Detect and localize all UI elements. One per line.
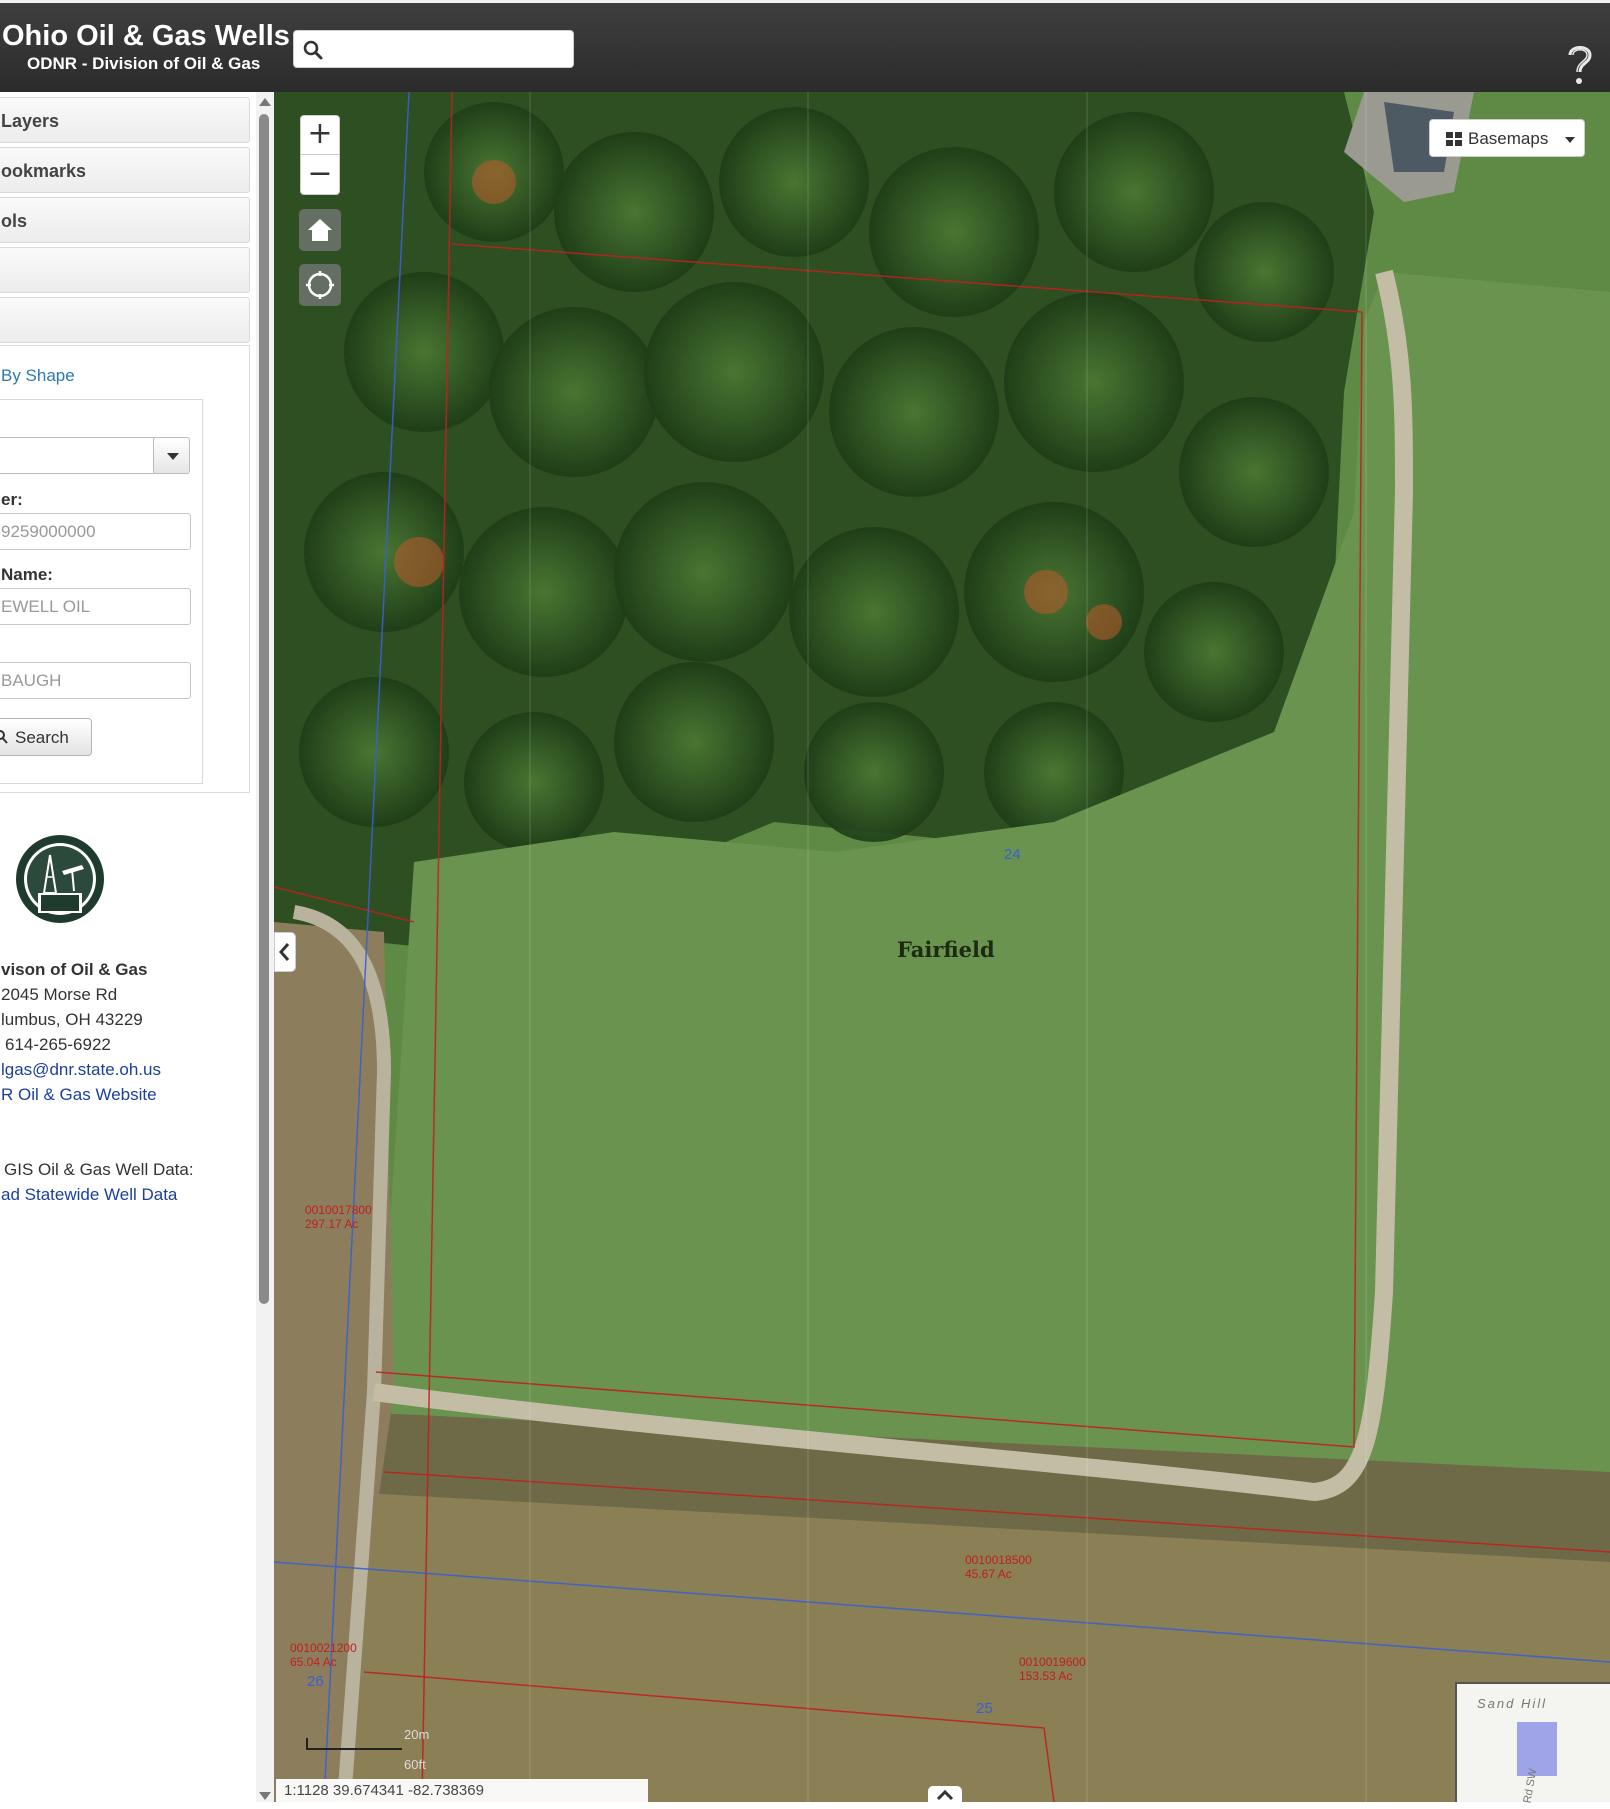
locate-button[interactable] <box>299 264 341 306</box>
owner-name-label: Name: <box>1 565 53 584</box>
parcel-id: 0010017800 <box>305 1203 372 1217</box>
overview-place-label: Sand Hill <box>1477 1696 1548 1711</box>
coordinates-readout: 1:1128 39.674341 -82.738369 <box>276 1779 648 1802</box>
chevron-up-icon <box>936 1789 954 1801</box>
app-subtitle: ODNR - Division of Oil & Gas <box>27 54 261 73</box>
search-box[interactable] <box>293 30 574 68</box>
search-button[interactable]: Search <box>0 718 92 756</box>
place-label: Fairfield <box>897 937 995 962</box>
contact-phone: 614-265-6922 <box>5 1035 111 1054</box>
help-icon[interactable] <box>1560 39 1600 87</box>
parcel-id: 0010021200 <box>290 1641 357 1655</box>
caret-down-icon <box>1565 137 1575 143</box>
gis-data-label: GIS Oil & Gas Well Data: <box>4 1160 194 1179</box>
scroll-up-arrow-icon[interactable] <box>259 98 271 106</box>
odnr-oil-gas-logo <box>16 835 104 923</box>
contact-org: vison of Oil & Gas <box>1 960 148 979</box>
parcel-id: 0010019600 <box>1019 1655 1086 1669</box>
contact-address-1: 2045 Morse Rd <box>1 985 118 1004</box>
home-button[interactable] <box>299 209 341 251</box>
parcel-area: 153.53 Ac <box>1019 1669 1073 1683</box>
parcel-area: 65.04 Ac <box>290 1655 337 1669</box>
basemaps-label: Basemaps <box>1468 129 1549 148</box>
zoom-out-button[interactable]: − <box>301 156 339 195</box>
accordion-bookmarks[interactable]: ookmarks <box>0 147 250 193</box>
website-link[interactable]: R Oil & Gas Website <box>1 1085 157 1105</box>
chevron-down-icon <box>167 453 179 460</box>
app-header: Ohio Oil & Gas Wells ODNR - Division of … <box>0 0 1610 92</box>
accordion-item-5[interactable] <box>0 297 250 343</box>
section-label: 26 <box>307 1673 324 1690</box>
search-button-label: Search <box>15 728 69 747</box>
statewide-well-data-link[interactable]: ad Statewide Well Data <box>1 1185 177 1205</box>
parcel-area: 297.17 Ac <box>305 1217 359 1231</box>
search-icon <box>303 40 323 60</box>
parcel-label: 0010017800 297.17 Ac <box>305 1203 372 1231</box>
section-label: 25 <box>976 1700 993 1717</box>
scale-bar <box>306 1738 402 1750</box>
contact-address-2: lumbus, OH 43229 <box>1 1010 143 1029</box>
parcel-label: 0010021200 65.04 Ac <box>290 1641 357 1669</box>
parcel-id: 0010018500 <box>965 1553 1032 1567</box>
search-icon <box>0 730 8 744</box>
accordion-label: ookmarks <box>1 161 87 181</box>
well-name-input[interactable]: BAUGH <box>0 662 191 699</box>
api-number-label: er: <box>1 490 23 509</box>
overview-toggle-button[interactable] <box>928 1786 962 1804</box>
parcel-area: 45.67 Ac <box>965 1567 1012 1581</box>
chevron-left-icon <box>279 943 290 961</box>
parcel-label: 0010018500 45.67 Ac <box>965 1553 1032 1581</box>
scale-meters: 20m <box>404 1727 430 1742</box>
locate-icon <box>306 271 334 299</box>
grid-icon <box>1446 132 1462 146</box>
api-number-input[interactable]: 9259000000 <box>0 513 191 550</box>
section-label: 24 <box>1004 846 1021 863</box>
collapse-sidebar-button[interactable] <box>274 932 296 972</box>
zoom-in-button[interactable]: + <box>301 116 339 155</box>
parcel-label: 0010019600 153.53 Ac <box>1019 1655 1086 1683</box>
scrollbar-thumb[interactable] <box>259 114 269 1304</box>
search-input[interactable] <box>330 35 566 63</box>
scale-feet: 60ft <box>404 1757 426 1772</box>
overview-extent[interactable] <box>1517 1722 1557 1776</box>
sidebar-scrollbar[interactable] <box>256 92 274 1802</box>
overview-map[interactable]: Sand Hill Rd SW <box>1455 1682 1610 1804</box>
accordion-layers[interactable]: Layers <box>0 97 250 143</box>
accordion-label: Layers <box>1 111 60 131</box>
zoom-control: + − <box>300 115 340 195</box>
app-title: Ohio Oil & Gas Wells <box>2 20 290 52</box>
scroll-down-arrow-icon[interactable] <box>259 1792 271 1800</box>
basemaps-button[interactable]: Basemaps <box>1429 119 1585 157</box>
sidebar: Layers ookmarks ols <box>0 92 274 1802</box>
accordion-tools[interactable]: ols <box>0 197 250 243</box>
search-by-shape-link[interactable]: By Shape <box>1 366 75 386</box>
accordion-item-4[interactable] <box>0 247 250 293</box>
contact-email-link[interactable]: lgas@dnr.state.oh.us <box>1 1060 161 1080</box>
owner-name-input[interactable]: EWELL OIL <box>0 588 191 625</box>
select-dropdown-button[interactable] <box>153 437 190 474</box>
home-icon <box>308 219 332 241</box>
accordion-label: ols <box>1 211 28 231</box>
